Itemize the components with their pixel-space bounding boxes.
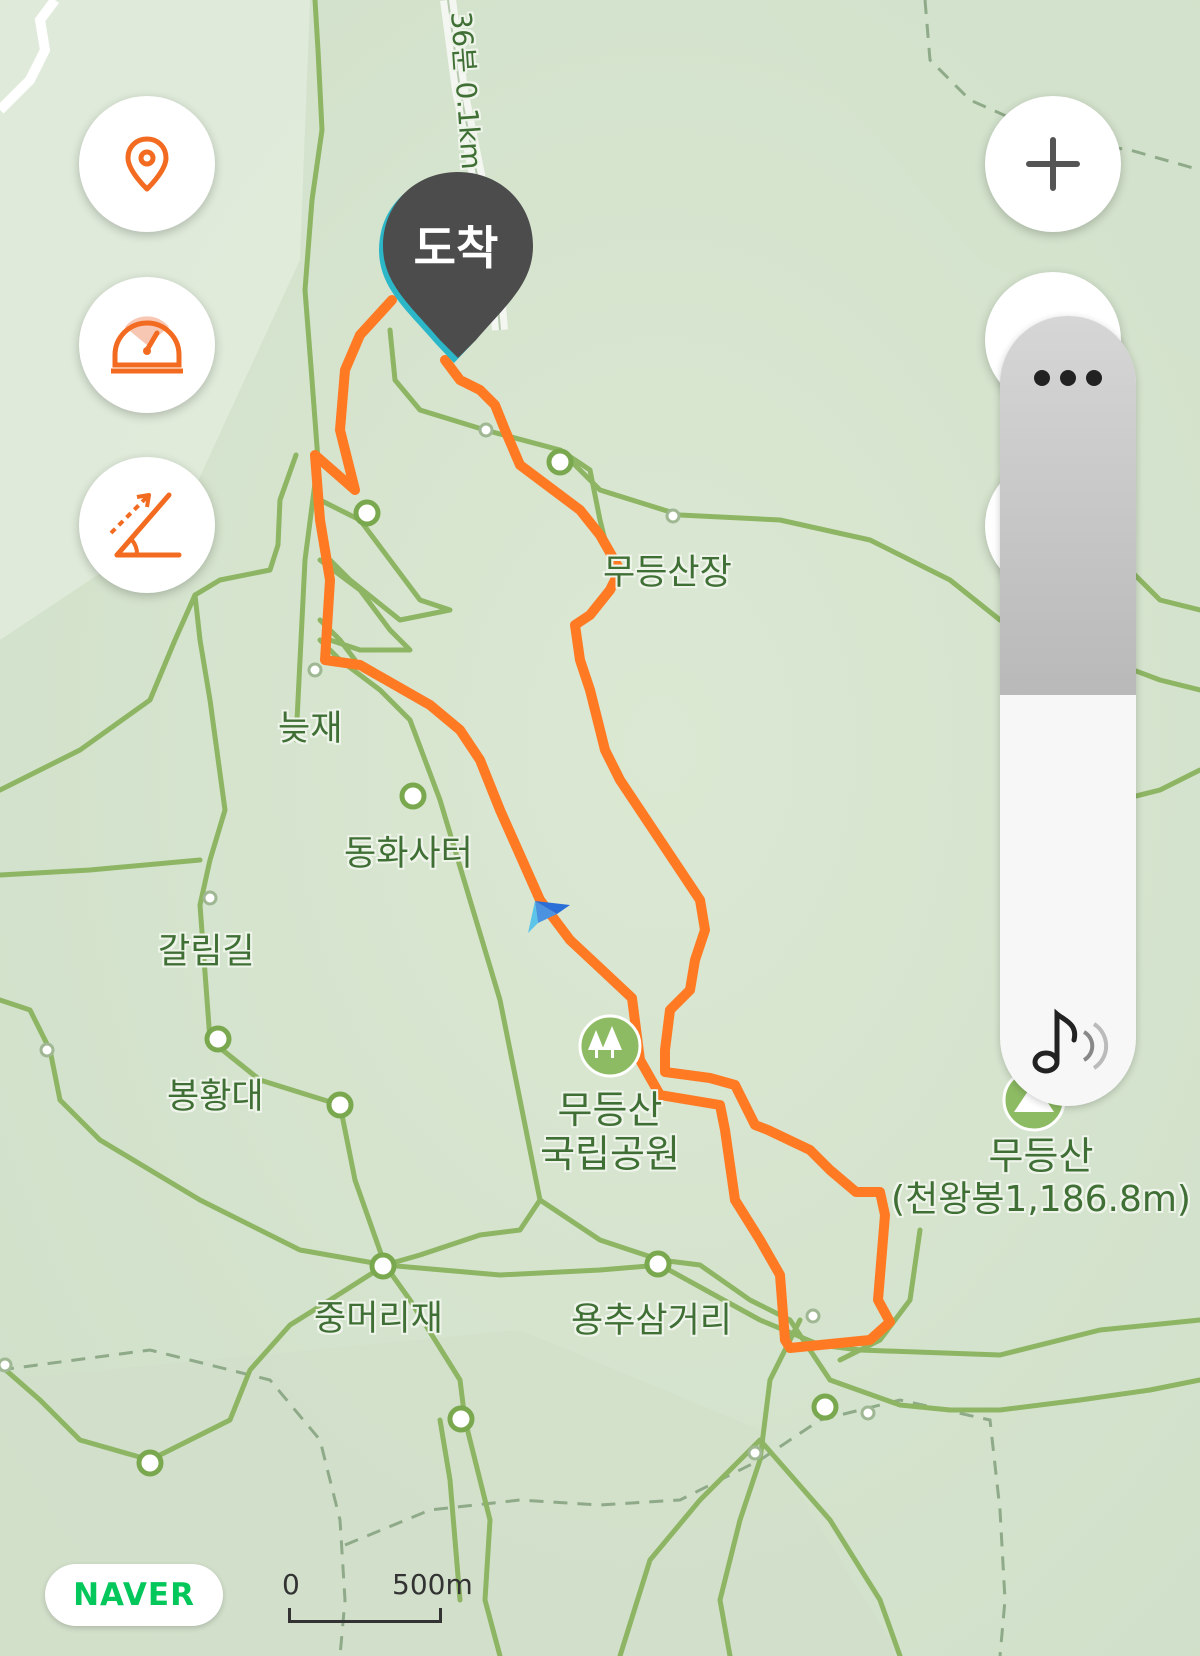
label-national-park: 무등산 국립공원 <box>530 1088 690 1176</box>
forest-park-icon <box>578 1014 642 1078</box>
waypoint <box>399 782 427 810</box>
more-dots-icon[interactable] <box>1032 368 1104 388</box>
speed-button[interactable] <box>79 277 215 413</box>
waypoint <box>326 1091 354 1119</box>
plus-icon <box>1026 137 1080 191</box>
label-peak-name: 무등산 <box>988 1134 1094 1178</box>
waypoint <box>353 499 381 527</box>
location-pin-icon <box>125 136 169 192</box>
slope-button[interactable] <box>79 457 215 593</box>
map-screen: 36분 0.1km 무등산장 늦재 동화사터 갈림길 봉황대 무등산 국립공원 … <box>0 0 1200 1656</box>
scale-bar <box>288 1608 442 1623</box>
label-national-park-line2: 국립공원 <box>540 1132 680 1176</box>
label-yongchu-samgeori: 용추삼거리 <box>571 1301 733 1341</box>
arrival-marker-label: 도착 <box>413 221 499 275</box>
waypoint <box>546 448 574 476</box>
waypoint <box>447 1405 475 1433</box>
scale-distance-label: 500m <box>392 1568 473 1601</box>
waypoint <box>204 1025 232 1053</box>
slope-angle-icon <box>109 492 182 558</box>
naver-logo: NAVER <box>45 1564 223 1626</box>
location-button[interactable] <box>79 96 215 232</box>
waypoint <box>644 1250 672 1278</box>
speedometer-icon <box>111 316 183 374</box>
waypoint <box>811 1393 839 1421</box>
label-bonghwangdae: 봉황대 <box>167 1077 264 1117</box>
label-peak: 무등산 (천왕봉1,186.8m) <box>886 1134 1196 1222</box>
label-neutjae: 늦재 <box>278 709 343 749</box>
label-mudeung-sanjang: 무등산장 <box>603 553 732 593</box>
waypoint <box>369 1252 397 1280</box>
volume-panel[interactable] <box>1000 316 1136 1106</box>
label-donghwa-sateo: 동화사터 <box>344 834 473 874</box>
label-jungmeorijae: 중머리재 <box>314 1299 443 1339</box>
map-scale: 0 500m <box>282 1568 492 1628</box>
zoom-in-button[interactable] <box>985 96 1121 232</box>
music-note-sound-icon[interactable] <box>1028 1006 1112 1082</box>
label-peak-detail: (천왕봉1,186.8m) <box>891 1179 1191 1220</box>
waypoint <box>136 1449 164 1477</box>
label-national-park-line1: 무등산 <box>557 1088 663 1132</box>
label-galrimgil: 갈림길 <box>158 932 255 972</box>
scale-zero-label: 0 <box>282 1568 300 1601</box>
